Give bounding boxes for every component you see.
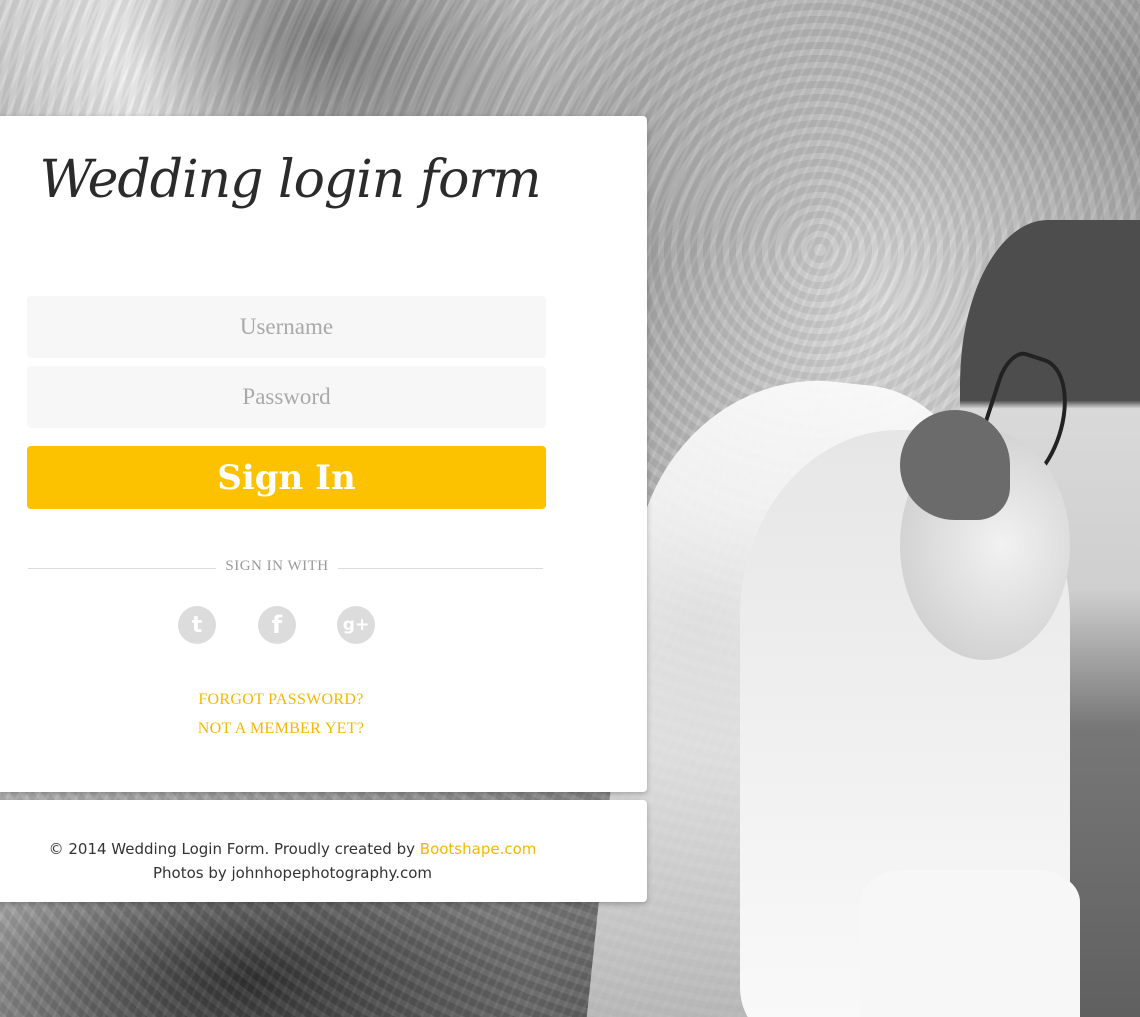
login-card: Wedding login form Sign In SIGN IN WITH … [0,116,647,792]
password-input[interactable] [27,366,546,428]
sign-in-with-divider: SIGN IN WITH [28,556,543,580]
forgot-password-link[interactable]: FORGOT PASSWORD? [0,691,562,709]
facebook-icon[interactable]: f [258,606,296,644]
google-plus-icon[interactable]: g+ [337,606,375,644]
divider-line-left [28,568,216,569]
facebook-glyph: f [271,611,283,639]
sign-in-button[interactable]: Sign In [27,446,546,509]
bootshape-link[interactable]: Bootshape.com [420,840,537,858]
not-a-member-link[interactable]: NOT A MEMBER YET? [0,720,562,738]
twitter-icon[interactable]: t [178,606,216,644]
divider-line-right [338,568,543,569]
twitter-glyph: t [191,612,203,638]
google-plus-glyph: g+ [342,615,370,635]
footer-card: © 2014 Wedding Login Form. Proudly creat… [0,800,647,902]
photos-credit: Photos by johnhopephotography.com [152,864,433,882]
wedding-dress [860,870,1080,1017]
bride-hair [900,410,1010,520]
form-title: Wedding login form [39,150,541,210]
sign-in-with-label: SIGN IN WITH [225,558,329,574]
copyright-text: © 2014 Wedding Login Form. Proudly creat… [48,840,415,858]
username-input[interactable] [27,296,546,358]
footer-copyright-line: © 2014 Wedding Login Form. Proudly creat… [0,840,585,858]
